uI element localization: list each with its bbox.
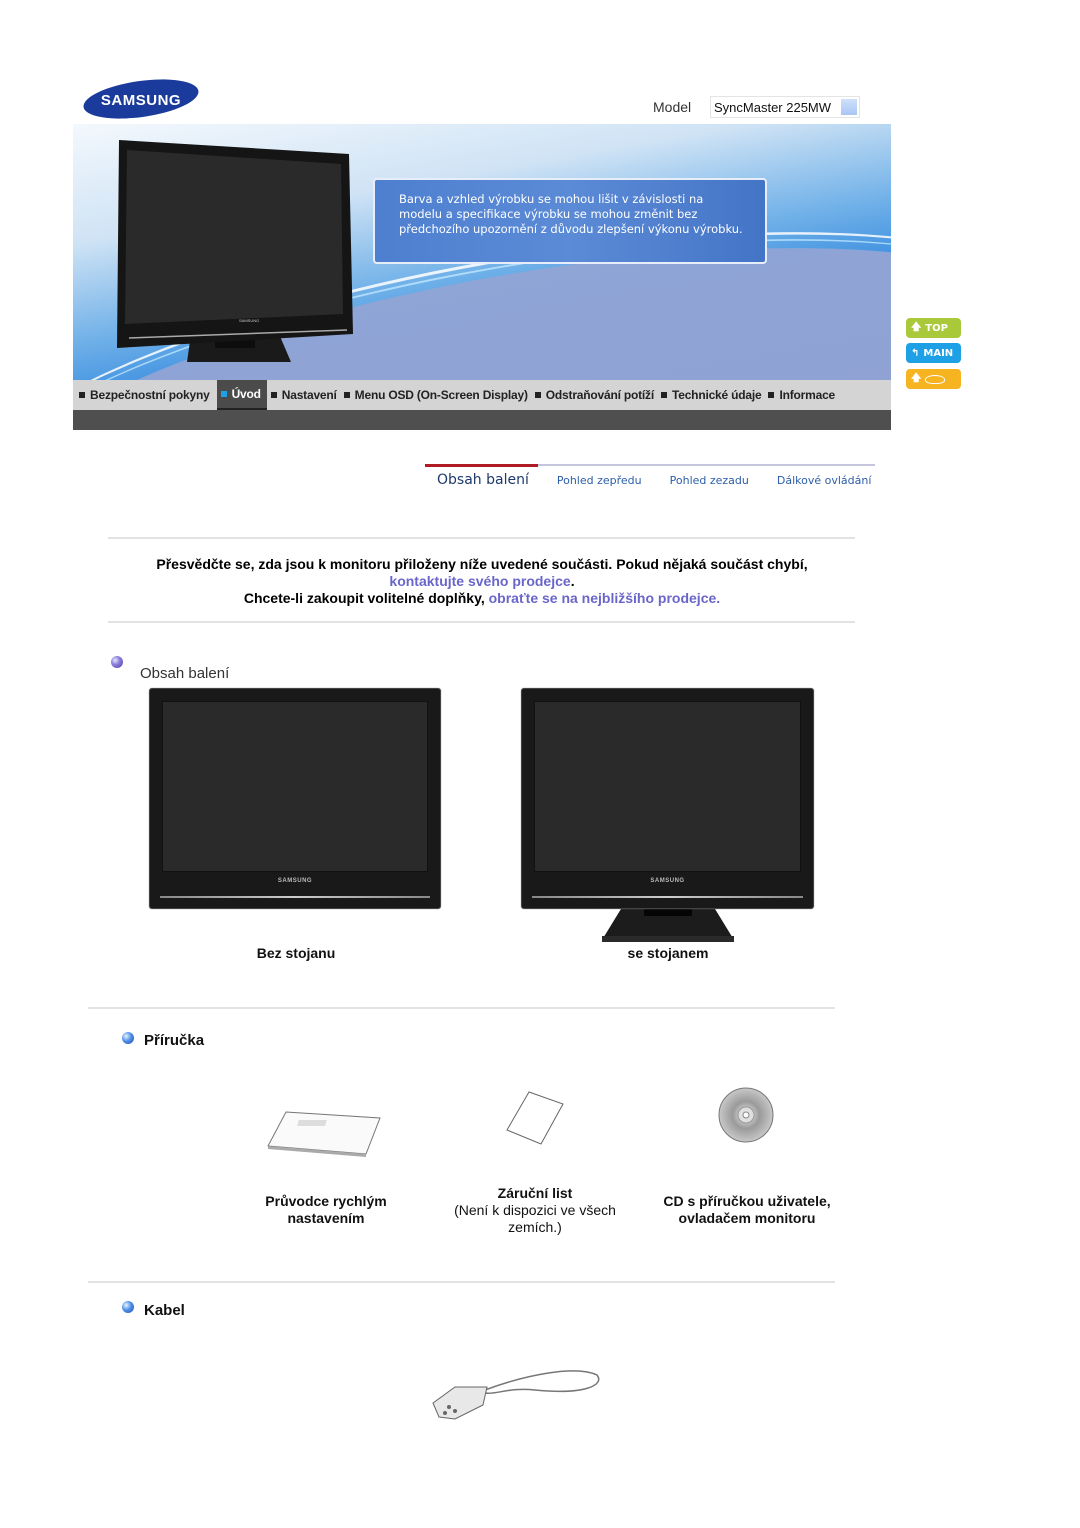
caption-warranty-card: Záruční list (Není k dispozici ve všech … bbox=[454, 1185, 616, 1235]
contact-dealer-link[interactable]: kontaktujte svého prodejce bbox=[389, 573, 570, 589]
caption-quick-setup-guide: Průvodce rychlým nastavením bbox=[265, 1193, 387, 1226]
nav-item-osd[interactable]: Menu OSD (On-Screen Display) bbox=[343, 380, 534, 410]
nav-item-intro[interactable]: Úvod bbox=[216, 380, 267, 410]
tab-rear-view[interactable]: Pohled zezadu bbox=[670, 474, 749, 487]
tab-remote-control[interactable]: Dálkové ovládání bbox=[777, 474, 872, 487]
monitor-image: SAMSUNG bbox=[117, 140, 353, 362]
brand-text: SAMSUNG bbox=[101, 92, 181, 109]
book-icon bbox=[925, 374, 946, 384]
turn-arrow-icon: ↰ bbox=[911, 347, 920, 359]
nav-item-safety[interactable]: Bezpečnostní pokyny bbox=[79, 380, 216, 410]
bullet-icon bbox=[343, 392, 350, 398]
dropdown-icon[interactable] bbox=[841, 99, 857, 115]
model-value: SyncMaster 225MW bbox=[714, 100, 832, 115]
bullet-icon bbox=[661, 392, 667, 398]
nearest-dealer-link[interactable]: obraťte se na nejbližšího prodejce. bbox=[489, 590, 721, 606]
top-button[interactable]: 🡅 TOP bbox=[906, 318, 961, 338]
section-title-cable: Kabel bbox=[144, 1302, 185, 1319]
caption-cd: CD s příručkou uživatele, ovladačem moni… bbox=[663, 1193, 831, 1226]
notice-box: Barva a vzhled výrobku se mohou lišit v … bbox=[373, 178, 767, 264]
bullet-orb-icon bbox=[122, 1301, 134, 1313]
warranty-card-icon bbox=[506, 1091, 564, 1145]
model-label: Model bbox=[653, 99, 692, 115]
contents-button[interactable]: 🡅 bbox=[906, 369, 961, 389]
divider bbox=[88, 1007, 835, 1009]
monitor-with-stand-image: SAMSUNG bbox=[521, 688, 814, 909]
main-button[interactable]: ↰ MAIN bbox=[906, 343, 961, 363]
section-title-package: Obsah balení bbox=[140, 665, 230, 682]
bullet-icon bbox=[270, 392, 277, 398]
monitor-without-stand-image: SAMSUNG bbox=[149, 688, 441, 909]
nav-item-troubleshooting[interactable]: Odstraňování potíží bbox=[534, 380, 660, 410]
divider bbox=[108, 621, 855, 623]
nav-item-info[interactable]: Informace bbox=[768, 380, 841, 410]
sub-tabs: Obsah balení Pohled zepředu Pohled zezad… bbox=[425, 464, 875, 494]
arrow-up-icon: 🡅 bbox=[911, 372, 922, 384]
booklet-icon bbox=[267, 1111, 381, 1157]
bullet-icon bbox=[768, 392, 775, 398]
bullet-icon bbox=[534, 392, 541, 398]
nav-item-setup[interactable]: Nastavení bbox=[270, 380, 343, 410]
svg-text:SAMSUNG: SAMSUNG bbox=[239, 318, 259, 323]
tab-front-view[interactable]: Pohled zepředu bbox=[557, 474, 642, 487]
active-tab-indicator bbox=[425, 464, 538, 467]
hero-banner: SAMSUNG Barva a vzhled výrobku se mohou … bbox=[73, 124, 891, 380]
bullet-orb-icon bbox=[111, 656, 123, 668]
bullet-icon bbox=[220, 391, 227, 397]
divider bbox=[88, 1281, 835, 1283]
model-select[interactable]: SyncMaster 225MW bbox=[710, 96, 860, 118]
bullet-icon bbox=[79, 392, 85, 398]
power-cable-icon bbox=[432, 1370, 600, 1420]
intro-text: Přesvědčte se, zda jsou k monitoru přilo… bbox=[156, 556, 808, 606]
caption-with-stand: se stojanem bbox=[627, 945, 709, 961]
samsung-logo[interactable]: SAMSUNG bbox=[82, 78, 200, 120]
arrow-up-icon: 🡅 bbox=[911, 321, 922, 333]
tab-package-contents[interactable]: Obsah balení bbox=[437, 472, 529, 488]
cd-icon bbox=[718, 1087, 774, 1143]
caption-without-stand: Bez stojanu bbox=[256, 945, 336, 961]
bullet-orb-icon bbox=[122, 1032, 134, 1044]
divider bbox=[108, 537, 855, 539]
nav-item-specs[interactable]: Technické údaje bbox=[661, 380, 767, 410]
main-nav: Bezpečnostní pokyny Úvod Nastavení Menu … bbox=[73, 380, 891, 410]
section-title-manual: Příručka bbox=[144, 1032, 205, 1049]
nav-bar-bottom bbox=[73, 410, 891, 430]
